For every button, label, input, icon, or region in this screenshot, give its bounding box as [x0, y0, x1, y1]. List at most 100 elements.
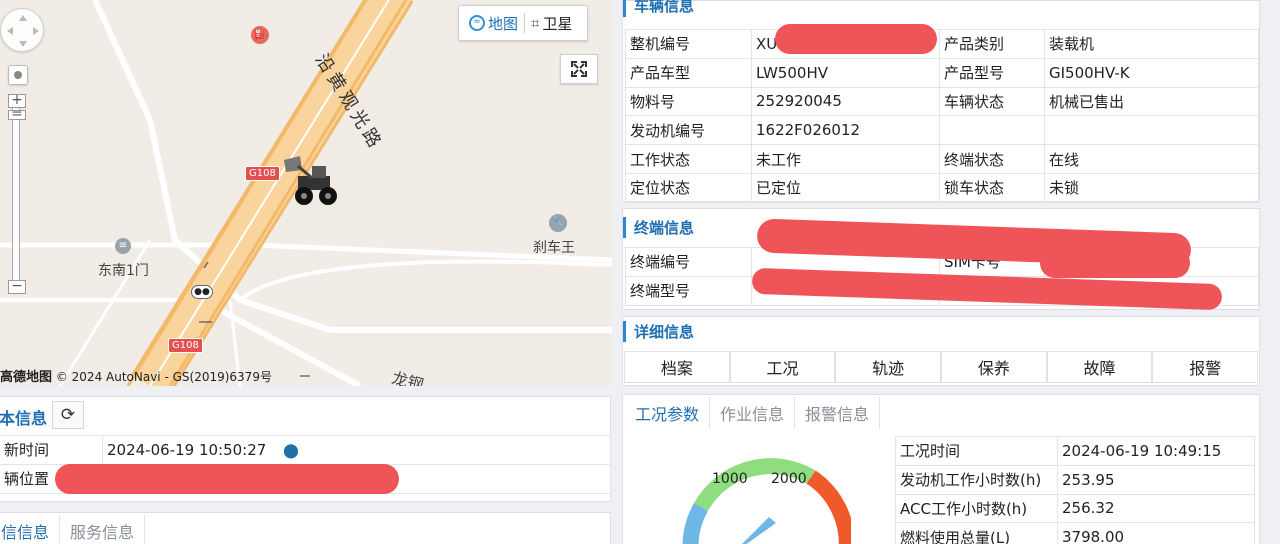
refresh-button[interactable]: ⟳ [52, 401, 84, 429]
bus-stop-icon[interactable]: ●● [191, 285, 213, 299]
detail-tab-5[interactable]: 报警 [1152, 351, 1259, 383]
vehicle-info-title: 车辆信息 [623, 0, 694, 17]
tab-comm-info[interactable]: 信信息 [0, 515, 61, 544]
basic-value: 2024-06-19 10:50:27 ⬤ [102, 435, 611, 465]
field-label: 燃料使用总量(L) [895, 522, 1058, 544]
service-tab-panel: 信信息 服务信息 [0, 512, 611, 544]
update-time-value: 2024-06-19 10:50:27 [107, 440, 267, 459]
field-value: LW500HV [751, 57, 940, 88]
tab-service-info[interactable]: 服务信息 [60, 515, 146, 544]
map-type-switch: ≈ 地图 ⌗ 卫星 [458, 5, 588, 41]
field-label: 产品类别 [939, 29, 1045, 59]
vehicle-info-panel: 车辆信息 整机编号 XU 产品类别 装载机 产品车型 LW500HV 产品型号 GI500HV… [622, 0, 1260, 203]
table-row: 发动机工作小时数(h) 253.95 [895, 464, 1255, 495]
field-label: 终端型号 [625, 275, 752, 306]
field-value: 在线 [1044, 144, 1259, 174]
map-copyright: 高德地图 © 2024 AutoNavi - GS(2019)6379号 [0, 366, 272, 385]
service-tab-bar: 信信息 服务信息 [0, 515, 146, 544]
field-value: 3798.00 [1057, 522, 1255, 544]
field-value: 装载机 [1044, 29, 1259, 59]
gas-station-icon[interactable]: ⛽ [251, 26, 269, 44]
field-value: 256.32 [1057, 493, 1255, 524]
poi-gate-label: 东南1门 [98, 263, 149, 279]
vehicle-info-table: 整机编号 XU 产品类别 装载机 产品车型 LW500HV 产品型号 GI500HV-K 物料号… [625, 29, 1259, 203]
field-label: 发动机编号 [625, 115, 752, 146]
field-label: 定位状态 [625, 172, 752, 203]
field-value [1044, 115, 1259, 146]
map-type-map[interactable]: ≈ 地图 [465, 10, 522, 36]
condition-tab-bar: 工况参数 作业信息 报警信息 [625, 397, 881, 429]
gauge-tick-2000: 2000 [771, 471, 807, 487]
locate-button[interactable] [8, 65, 28, 85]
map-type-map-label: 地图 [488, 14, 519, 33]
gauge-tick-1000: 1000 [712, 471, 748, 487]
field-label: 产品车型 [625, 57, 752, 88]
field-value: 253.95 [1057, 464, 1255, 495]
field-label [939, 115, 1045, 146]
poi-gate-icon[interactable]: ≡ [115, 238, 131, 254]
zoom-slider[interactable] [12, 105, 20, 285]
field-label: 锁车状态 [939, 172, 1045, 203]
map-view[interactable]: 沿黄观光路 G108 G108 ⛽ ≡ 东南1门 🔧 刹车王 ●● 龙钢 + =… [0, 0, 612, 386]
tab-condition-params[interactable]: 工况参数 [625, 397, 711, 429]
field-value: 未锁 [1044, 172, 1259, 203]
field-value: 1622F026012 [751, 115, 940, 146]
redaction-mark [775, 24, 937, 54]
wrench-icon[interactable]: 🔧 [549, 214, 567, 232]
field-label: 整机编号 [625, 29, 752, 59]
fullscreen-button[interactable] [560, 54, 598, 84]
condition-table: 工况时间 2024-06-19 10:49:15 发动机工作小时数(h) 253.95… [895, 436, 1255, 544]
pan-control[interactable] [0, 8, 44, 52]
satellite-icon: ⌗ [531, 14, 540, 32]
detail-tab-0[interactable]: 档案 [624, 351, 730, 383]
divider [524, 13, 526, 33]
detail-tab-3[interactable]: 保养 [941, 351, 1047, 383]
pan-arrows-icon [7, 15, 39, 47]
location-pin-icon[interactable]: ⬤ [283, 443, 299, 459]
loader-vehicle-marker[interactable] [280, 152, 344, 210]
table-row: ACC工作小时数(h) 256.32 [895, 493, 1255, 524]
globe-icon: ≈ [469, 15, 485, 31]
table-row: 新时间 2024-06-19 10:50:27 ⬤ [0, 435, 611, 465]
field-label: ACC工作小时数(h) [895, 493, 1058, 524]
table-row: 物料号 252920045 车辆状态 机械已售出 [625, 86, 1259, 117]
map-copyright-text: © 2024 AutoNavi - GS(2019)6379号 [55, 370, 272, 384]
gauge-needle [742, 517, 776, 544]
detail-tab-1[interactable]: 工况 [729, 351, 836, 383]
tab-work-info[interactable]: 作业信息 [710, 397, 796, 429]
field-label: 产品型号 [939, 57, 1045, 88]
rpm-gauge [682, 458, 851, 544]
table-row: 发动机编号 1622F026012 [625, 115, 1259, 146]
detail-tab-bar: 档案 工况 轨迹 保养 故障 报警 [624, 351, 1259, 383]
field-label: 工作状态 [625, 144, 752, 174]
detail-tab-2[interactable]: 轨迹 [835, 351, 942, 383]
table-row: 产品车型 LW500HV 产品型号 GI500HV-K [625, 57, 1259, 88]
table-row: 燃料使用总量(L) 3798.00 [895, 522, 1255, 544]
field-value: 已定位 [751, 172, 940, 203]
field-label: 物料号 [625, 86, 752, 117]
field-label: 终端状态 [939, 144, 1045, 174]
locate-icon [14, 71, 22, 79]
basic-key: 新时间 [0, 435, 103, 465]
basic-info-title: 本信息 [0, 409, 48, 428]
field-value: 未工作 [751, 144, 940, 174]
field-value: 2024-06-19 10:49:15 [1057, 436, 1255, 466]
road-shield-top: G108 [245, 166, 280, 181]
table-row: 定位状态 已定位 锁车状态 未锁 [625, 172, 1259, 203]
table-row: 工作状态 未工作 终端状态 在线 [625, 144, 1259, 174]
table-row: 工况时间 2024-06-19 10:49:15 [895, 436, 1255, 466]
zoom-slider-handle[interactable]: = [8, 107, 26, 121]
redaction-mark [55, 464, 399, 494]
map-type-satellite-label: 卫星 [542, 14, 573, 33]
field-label: 车辆状态 [939, 86, 1045, 117]
poi-shop-label: 刹车王 [533, 240, 575, 256]
zoom-out-button[interactable]: − [8, 279, 26, 294]
redaction-mark [1040, 248, 1190, 278]
tab-alarm-info[interactable]: 报警信息 [795, 397, 881, 429]
map-type-satellite[interactable]: ⌗ 卫星 [527, 10, 576, 36]
field-label: 终端编号 [625, 247, 752, 277]
expand-icon [571, 61, 587, 77]
field-value: 252920045 [751, 86, 940, 117]
condition-panel: 工况参数 作业信息 报警信息 1000 2000 工况时间 2024-06-19 … [622, 394, 1260, 544]
detail-tab-4[interactable]: 故障 [1046, 351, 1153, 383]
